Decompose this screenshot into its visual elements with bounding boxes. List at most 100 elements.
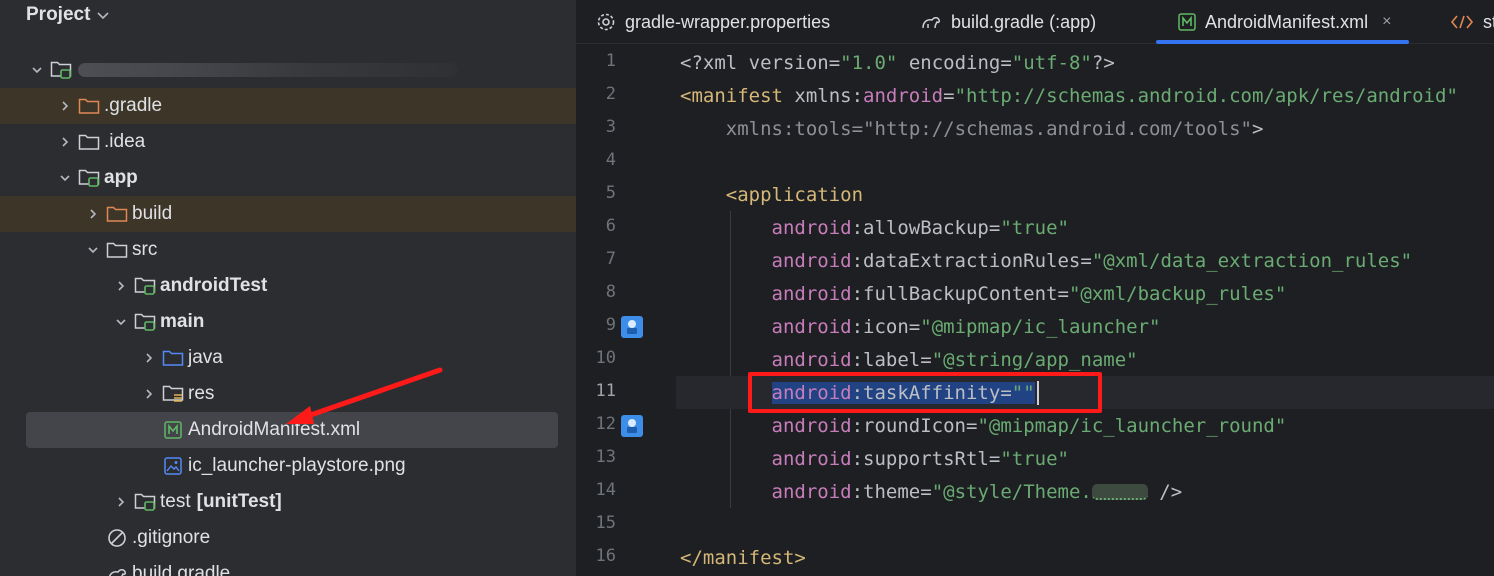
code-token: android bbox=[771, 447, 852, 470]
project-panel-header[interactable]: Project bbox=[0, 0, 576, 30]
code-line[interactable]: <?xml version = "1.0" encoding = "utf-8" ?> bbox=[680, 46, 1115, 79]
code-token: = bbox=[851, 117, 864, 140]
tree-item-build-gradle[interactable]: build.gradle bbox=[0, 556, 576, 576]
tree-item-main[interactable]: main bbox=[0, 304, 576, 340]
code-token: :supportsRtl bbox=[851, 447, 989, 470]
resource-preview-icon[interactable] bbox=[620, 315, 644, 339]
tab-androidmanifest-xml[interactable]: AndroidManifest.xml × bbox=[1155, 0, 1410, 44]
chevron-right-icon[interactable] bbox=[114, 495, 128, 509]
code-token: = bbox=[1080, 249, 1092, 272]
module-folder-icon bbox=[78, 168, 100, 188]
code-token: = bbox=[943, 84, 955, 107]
chevron-down-icon[interactable] bbox=[96, 7, 110, 26]
code-line[interactable]: xmlns:tools = "http://schemas.android.com/… bbox=[680, 112, 1264, 145]
code-token: :theme bbox=[851, 480, 921, 503]
code-token: "@style/Theme. bbox=[931, 480, 1092, 503]
code-token: = bbox=[965, 414, 978, 437]
chevron-right-icon[interactable] bbox=[142, 351, 156, 365]
code-token: version bbox=[748, 51, 829, 74]
code-line[interactable]: android:dataExtractionRules = "@xml/data_e… bbox=[680, 244, 1413, 277]
chevron-down-icon[interactable] bbox=[30, 63, 44, 77]
tree-item-src[interactable]: src bbox=[0, 232, 576, 268]
code-token: = bbox=[988, 216, 1001, 239]
code-area[interactable]: <?xml version = "1.0" encoding = "utf-8" ?> <m… bbox=[676, 46, 1494, 576]
editor-gutter: 1 2 3 4 5 6 7 8 9 10 11 12 13 14 15 16 bbox=[576, 46, 676, 576]
code-line[interactable]: android:icon = "@mipmap/ic_launcher" bbox=[680, 310, 1161, 343]
chevron-down-icon[interactable] bbox=[114, 315, 128, 329]
code-token: xmlns:tools bbox=[725, 117, 852, 140]
tree-item-label: java bbox=[188, 347, 223, 368]
code-line[interactable]: <application bbox=[680, 178, 863, 211]
tree-item-root[interactable] bbox=[0, 52, 576, 88]
code-token: :fullBackupContent bbox=[851, 282, 1058, 305]
tree-item-app[interactable]: app bbox=[0, 160, 576, 196]
image-file-icon bbox=[162, 456, 184, 476]
tree-item-ic-launcher-playstore-png[interactable]: ic_launcher-playstore.png bbox=[0, 448, 576, 484]
code-line[interactable]: android:allowBackup = "true" bbox=[680, 211, 1069, 244]
code-line[interactable]: android:taskAffinity = "" bbox=[680, 376, 1039, 409]
code-line[interactable]: android:fullBackupContent = "@xml/backup_r… bbox=[680, 277, 1287, 310]
chevron-down-icon[interactable] bbox=[58, 171, 72, 185]
annotation-arrow bbox=[286, 367, 443, 424]
tab-label: gradle-wrapper.properties bbox=[625, 11, 831, 32]
code-token: "1.0" bbox=[840, 51, 898, 74]
folder-icon bbox=[106, 240, 128, 260]
code-token: "http://schemas.android.com/apk/res/andr… bbox=[954, 84, 1458, 107]
code-token: "@xml/backup_rules" bbox=[1068, 282, 1287, 305]
tree-item-test[interactable]: test [unitTest] bbox=[0, 484, 576, 520]
tab-st[interactable]: st bbox=[1450, 0, 1494, 44]
tree-item-label: app bbox=[104, 167, 138, 188]
code-token: "" bbox=[1011, 381, 1035, 404]
line-number: 15 bbox=[595, 513, 616, 533]
code-token: :label bbox=[851, 348, 921, 371]
code-line[interactable]: </manifest> bbox=[680, 541, 806, 574]
project-tool-window: Project .gradle .idea app build src androidTe… bbox=[0, 0, 576, 576]
chevron-down-icon[interactable] bbox=[86, 243, 100, 257]
chevron-right-icon[interactable] bbox=[114, 279, 128, 293]
tab-label: st bbox=[1483, 11, 1494, 32]
chevron-right-icon[interactable] bbox=[86, 207, 100, 221]
code-line[interactable]: android:roundIcon = "@mipmap/ic_launcher_r… bbox=[680, 409, 1287, 442]
code-line[interactable]: <manifest xmlns: android = "http://schemas.… bbox=[680, 79, 1458, 112]
code-token: android bbox=[771, 348, 852, 371]
tab-gradle-wrapper-properties[interactable]: gradle-wrapper.properties bbox=[596, 0, 830, 44]
line-number: 7 bbox=[605, 249, 616, 269]
line-number: 11 bbox=[595, 381, 616, 401]
tree-item-label: main bbox=[160, 311, 205, 332]
chevron-right-icon[interactable] bbox=[58, 99, 72, 113]
resource-preview-icon[interactable] bbox=[620, 414, 644, 438]
code-token: <application bbox=[725, 183, 864, 206]
properties-file-icon bbox=[596, 12, 616, 32]
code-line[interactable]: android:supportsRtl = "true" bbox=[680, 442, 1069, 475]
ignore-file-icon bbox=[106, 528, 128, 548]
close-tab-icon[interactable]: × bbox=[1382, 13, 1391, 31]
excluded-folder-icon bbox=[106, 204, 128, 224]
chevron-right-icon[interactable] bbox=[58, 135, 72, 149]
code-token: <manifest bbox=[680, 84, 795, 107]
tree-item-gradle[interactable]: .gradle bbox=[0, 88, 576, 124]
tree-item-build[interactable]: build bbox=[0, 196, 576, 232]
code-line[interactable]: android:theme = "@style/Theme. /> bbox=[680, 475, 1183, 508]
tree-item-gitignore[interactable]: .gitignore bbox=[0, 520, 576, 556]
code-token: "true" bbox=[1000, 447, 1069, 470]
code-token: = bbox=[988, 447, 1001, 470]
code-token: android bbox=[863, 84, 944, 107]
chevron-right-icon[interactable] bbox=[142, 387, 156, 401]
line-number: 12 bbox=[595, 414, 616, 434]
code-token: "http://schemas.android.com/tools" bbox=[863, 117, 1252, 140]
editor-tab-bar: gradle-wrapper.properties build.gradle (:… bbox=[576, 0, 1494, 44]
tab-build-gradle-app[interactable]: build.gradle (:app) bbox=[920, 0, 1096, 44]
code-token: "@string/app_name" bbox=[931, 348, 1138, 371]
tree-item-idea[interactable]: .idea bbox=[0, 124, 576, 160]
tree-item-androidtest[interactable]: androidTest bbox=[0, 268, 576, 304]
line-number: 1 bbox=[605, 51, 616, 71]
line-number: 16 bbox=[595, 546, 616, 566]
code-token: "@xml/data_extraction_rules" bbox=[1091, 249, 1413, 272]
